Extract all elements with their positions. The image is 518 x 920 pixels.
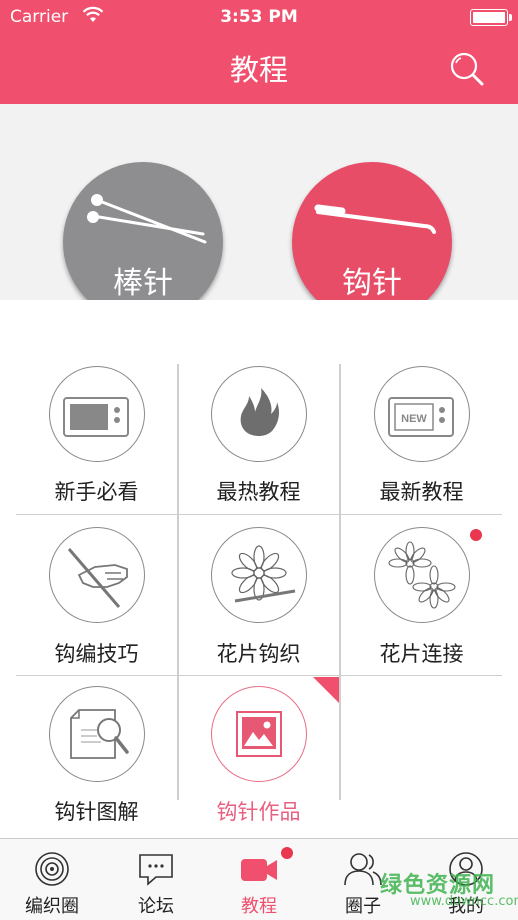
hand-hook-icon <box>67 547 128 608</box>
crochet-button[interactable]: 钩针 <box>292 162 452 322</box>
grid-item-beginner[interactable]: 新手必看 <box>16 360 177 521</box>
grid-item-works[interactable]: 钩针作品 <box>178 684 339 845</box>
target-icon <box>35 852 69 886</box>
tab-badge <box>281 847 293 859</box>
grid-item-label: 最热教程 <box>216 480 301 504</box>
knitting-label: 棒针 <box>113 266 173 301</box>
status-bar: Carrier 3:53 PM <box>0 0 518 34</box>
grid-item-label: 花片连接 <box>379 642 464 666</box>
tv-icon <box>62 396 129 437</box>
grid-item-label: 钩针图解 <box>54 800 139 824</box>
nav-header: Carrier 3:53 PM 教程 <box>0 0 518 104</box>
grid-item-label: 钩编技巧 <box>54 642 139 666</box>
knitting-button[interactable]: 棒针 <box>63 162 223 322</box>
new-tv-text: NEW <box>401 413 427 425</box>
tutorial-grid: 新手必看 最热教程 NEW 最新教程 钩编技巧 花片钩织 花片连接 钩针图解 钩… <box>16 300 502 824</box>
grid-item-ring <box>49 366 145 462</box>
tab-bar: 编织圈 论坛 教程 圈子 我的 绿色资源网 www.downcc.com <box>0 838 518 920</box>
two-flowers-icon <box>387 540 456 609</box>
grid-item-label: 最新教程 <box>379 480 464 504</box>
grid-item-ring <box>211 366 307 462</box>
watermark-url: www.downcc.com <box>410 894 518 909</box>
clock: 3:53 PM <box>220 7 298 27</box>
grid-item-diagrams[interactable]: 钩针图解 <box>16 684 177 845</box>
tab-forum[interactable]: 论坛 <box>104 839 208 920</box>
grid-item-motif[interactable]: 花片钩织 <box>178 522 339 683</box>
tab-knitting-circle[interactable]: 编织圈 <box>0 839 104 920</box>
grid-item-ring: NEW <box>374 366 470 462</box>
picture-icon <box>235 710 282 757</box>
grid-item-motif-joining[interactable]: 花片连接 <box>341 522 502 683</box>
page-title: 教程 <box>229 53 288 87</box>
diagram-magnifier-icon <box>69 708 129 759</box>
tab-label: 论坛 <box>138 896 174 917</box>
grid-item-ring <box>49 527 145 623</box>
flower-icon <box>230 544 295 602</box>
tab-label: 教程 <box>241 896 277 917</box>
grid-item-ring <box>211 686 307 782</box>
grid-item-label: 新手必看 <box>54 480 139 504</box>
new-tv-icon: NEW <box>387 396 454 437</box>
grid-item-ring <box>49 686 145 782</box>
grid-item-ring <box>211 527 307 623</box>
video-camera-icon <box>241 859 277 881</box>
category-hero: 棒针 钩针 <box>0 104 518 322</box>
selected-corner-indicator <box>313 677 339 703</box>
tab-tutorials[interactable]: 教程 <box>207 839 311 920</box>
crochet-label: 钩针 <box>342 266 402 301</box>
grid-item-hottest[interactable]: 最热教程 <box>178 360 339 521</box>
tab-label: 编织圈 <box>25 896 79 917</box>
new-badge <box>470 529 482 541</box>
grid-item-ring <box>374 527 470 623</box>
grid-item-label: 钩针作品 <box>216 800 301 824</box>
search-icon[interactable] <box>448 50 488 90</box>
people-icon <box>344 853 382 886</box>
battery-icon <box>470 9 512 26</box>
chat-icon <box>139 854 173 886</box>
flame-icon <box>240 387 279 436</box>
grid-item-label: 花片钩织 <box>216 642 301 666</box>
grid-item-techniques[interactable]: 钩编技巧 <box>16 522 177 683</box>
grid-item-newest[interactable]: NEW 最新教程 <box>341 360 502 521</box>
